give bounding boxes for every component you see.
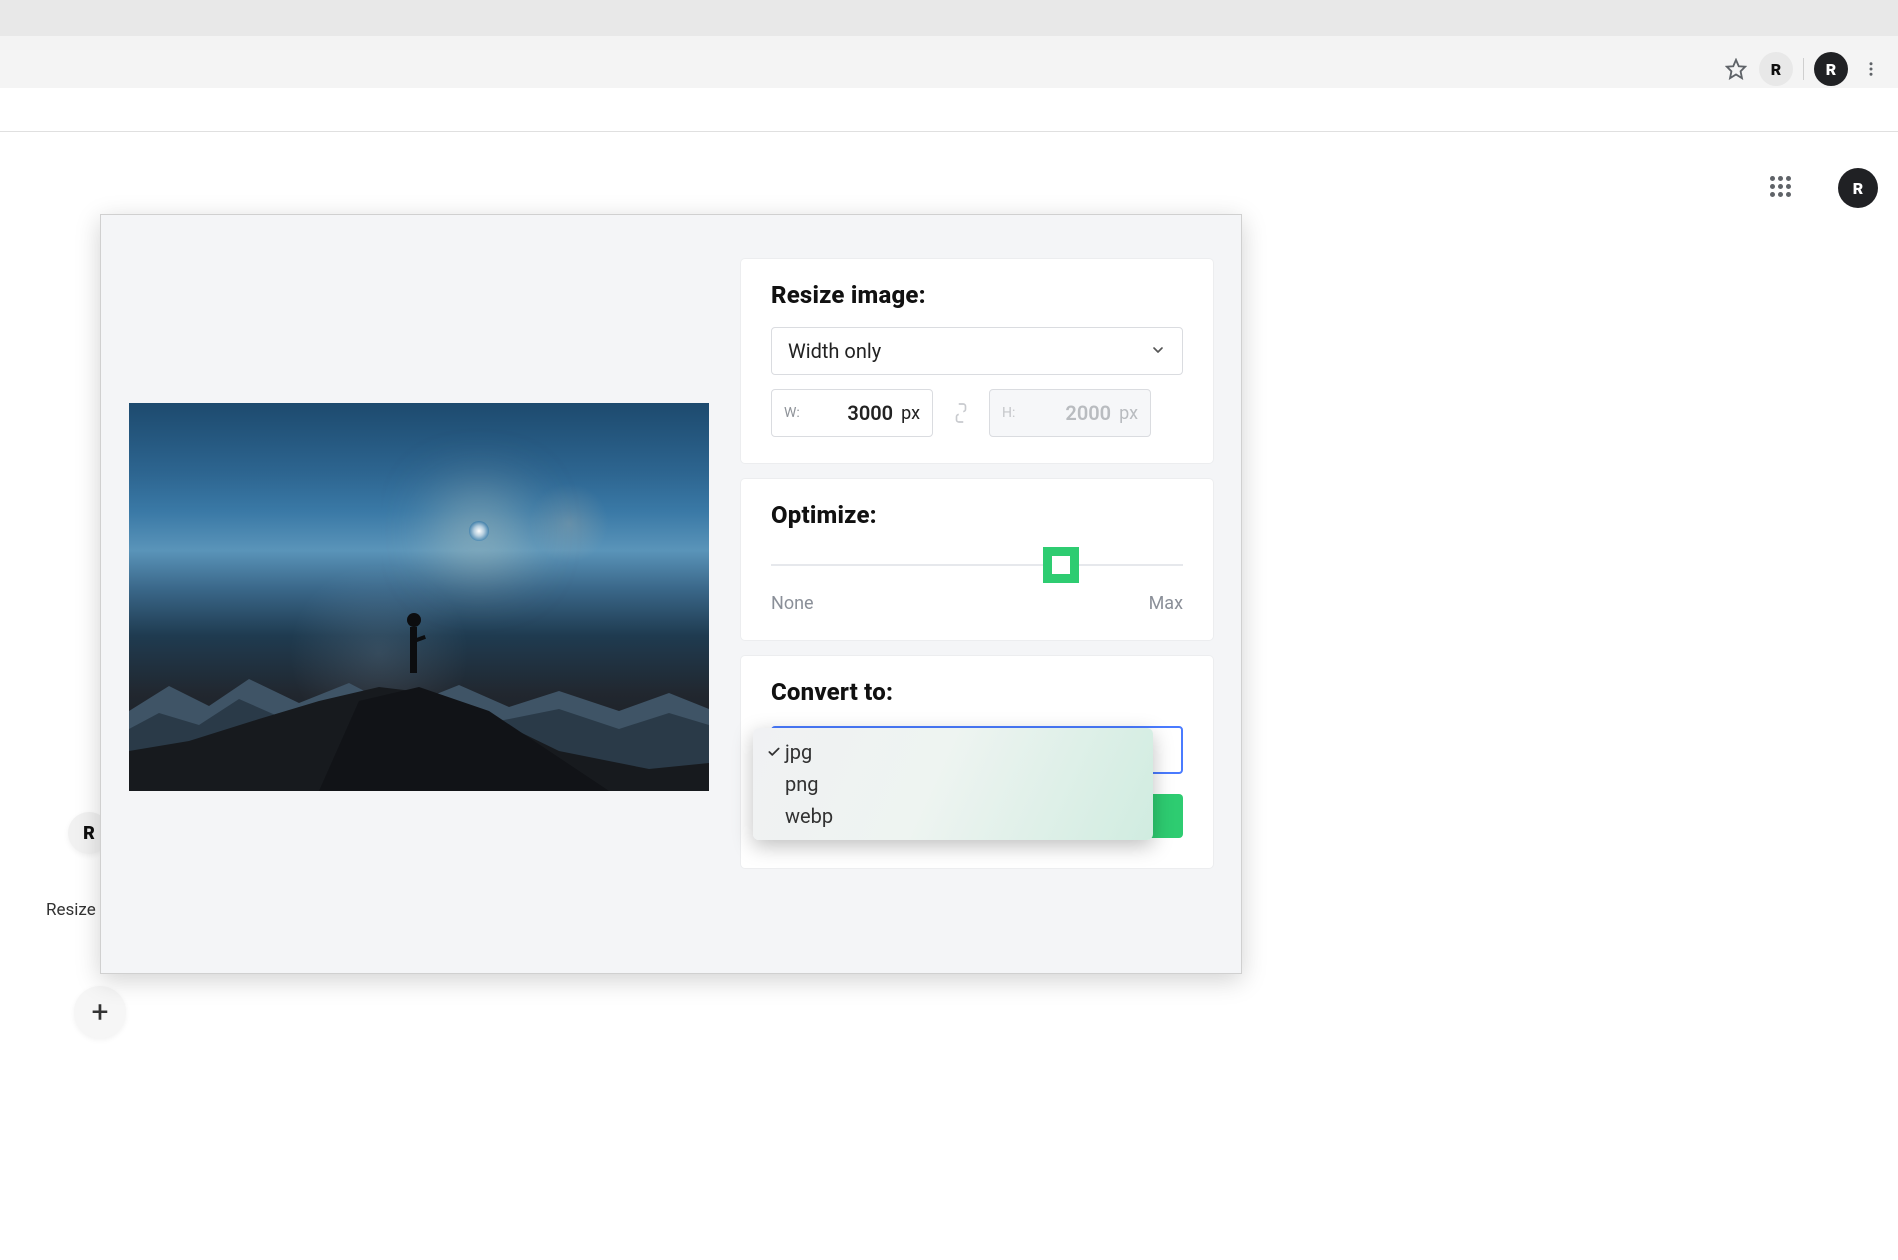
convert-option-label: jpg — [785, 740, 812, 764]
height-label: H: — [1002, 405, 1015, 421]
convert-option-png[interactable]: png — [753, 768, 1153, 800]
page-shortcut-label: Resize I — [46, 900, 105, 920]
slider-thumb[interactable] — [1043, 547, 1079, 583]
extension-round-text: R — [1826, 60, 1836, 79]
person-silhouette — [405, 605, 423, 673]
apps-grid-icon[interactable] — [1770, 176, 1794, 200]
page-content: R R Resize I + — [0, 132, 1898, 1260]
convert-title: Convert to: — [771, 678, 1183, 706]
convert-option-label: webp — [785, 804, 833, 828]
resize-mode-select[interactable]: Width only — [771, 327, 1183, 375]
browser-menu-icon[interactable] — [1858, 56, 1884, 82]
optimize-title: Optimize: — [771, 501, 1183, 529]
convert-dropdown-menu: jpg png webp — [753, 728, 1153, 840]
plus-icon: + — [91, 995, 108, 1030]
convert-option-jpg[interactable]: jpg — [753, 736, 1153, 768]
link-aspect-icon[interactable] — [951, 401, 971, 425]
optimize-min-label: None — [771, 593, 814, 614]
width-unit: px — [901, 403, 920, 424]
optimize-max-label: Max — [1149, 593, 1183, 614]
resize-mode-value: Width only — [788, 339, 881, 363]
optimize-slider[interactable] — [771, 555, 1183, 575]
resize-title: Resize image: — [771, 281, 1183, 309]
extension-badge[interactable]: R — [1759, 52, 1793, 86]
chevron-down-icon — [1150, 339, 1166, 363]
width-label: W: — [784, 405, 800, 421]
add-shortcut-button[interactable]: + — [74, 986, 126, 1038]
width-input[interactable]: W: 3000 px — [771, 389, 933, 437]
extension-round-icon[interactable]: R — [1814, 52, 1848, 86]
toolbar-separator — [1803, 58, 1804, 80]
browser-toolbar: R R — [0, 50, 1898, 132]
height-value: 2000 — [1023, 401, 1111, 425]
resize-popup-panel: Resize image: Width only W: 3000 px — [100, 214, 1242, 974]
convert-card: Convert to: jpg png we — [741, 656, 1213, 868]
window-titlebar — [0, 0, 1898, 36]
optimize-card: Optimize: None Max — [741, 479, 1213, 640]
image-preview — [129, 403, 709, 791]
check-icon — [763, 745, 785, 759]
resize-card: Resize image: Width only W: 3000 px — [741, 259, 1213, 463]
sidepanel-round-text: R — [1853, 179, 1863, 198]
width-value: 3000 — [808, 401, 893, 425]
height-input: H: 2000 px — [989, 389, 1151, 437]
sidepanel-round-icon[interactable]: R — [1838, 168, 1878, 208]
height-unit: px — [1119, 403, 1138, 424]
convert-option-label: png — [785, 772, 819, 796]
page-shortcut-badge-text: R — [83, 823, 95, 844]
browser-tab-bar — [0, 36, 1898, 50]
extension-badge-text: R — [1771, 60, 1781, 79]
image-preview-area — [129, 243, 709, 945]
bookmark-star-icon[interactable] — [1723, 56, 1749, 82]
convert-option-webp[interactable]: webp — [753, 800, 1153, 832]
